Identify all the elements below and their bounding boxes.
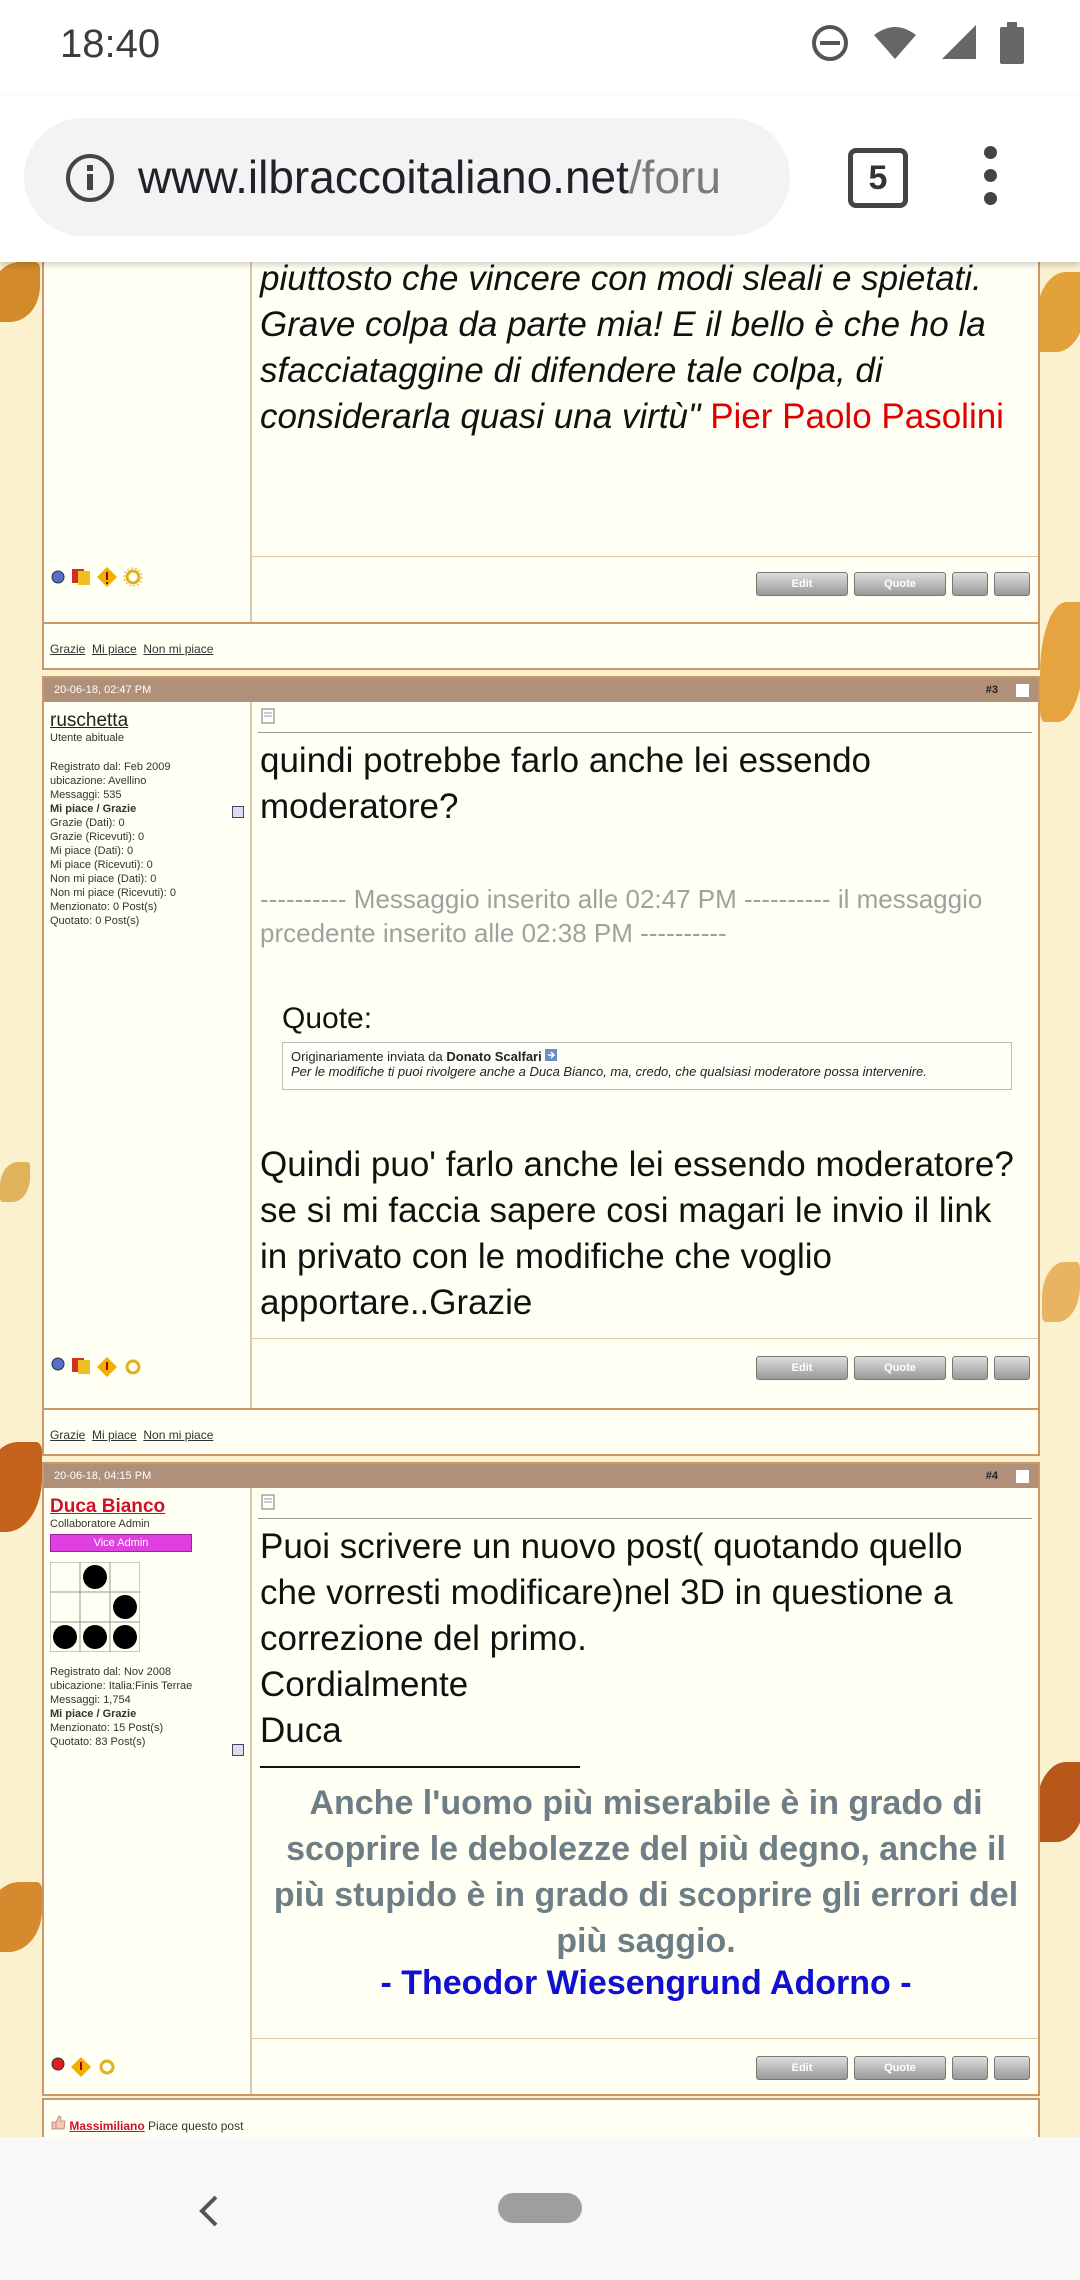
multi-quote-button[interactable] — [952, 1356, 988, 1380]
non-mi-piace-link[interactable]: Non mi piace — [143, 642, 213, 656]
quote-text: Per le modifiche ti puoi rivolgere anche… — [291, 1064, 927, 1079]
user-stats: Registrato dal: Nov 2008 ubicazione: Ital… — [50, 1666, 193, 1748]
post-icon — [261, 1494, 275, 1510]
clock: 18:40 — [60, 22, 161, 66]
card-icon[interactable] — [70, 1356, 92, 1376]
signature-author: Pier Paolo Pasolini — [710, 397, 1004, 436]
do-not-disturb-icon — [812, 25, 848, 61]
username-link[interactable]: ruschetta — [50, 710, 176, 732]
quote-author: Donato Scalfari — [446, 1049, 542, 1064]
view-post-icon[interactable] — [545, 1049, 558, 1061]
select-post-checkbox[interactable] — [1015, 683, 1030, 698]
edit-button[interactable]: Edit — [756, 1356, 848, 1380]
post-date: 20-06-18, 02:47 PM — [54, 684, 152, 696]
online-status-icon — [51, 570, 65, 584]
post-3-text-1: quindi potrebbe farlo anche lei essendo … — [260, 741, 871, 826]
post-date: 20-06-18, 04:15 PM — [54, 1470, 152, 1482]
signal-icon — [942, 25, 976, 59]
signature-separator — [260, 1766, 580, 1768]
post-number-link[interactable]: #3 — [986, 678, 998, 702]
reputation-icon[interactable] — [96, 2056, 118, 2078]
post-2-body: piuttosto che vincere con modi sleali e … — [260, 262, 1030, 440]
post-4-user-icons — [50, 2056, 118, 2078]
mi-piace-link[interactable]: Mi piace — [92, 642, 137, 656]
post-3-text-2: Quindi puo' farlo anche lei essendo mode… — [260, 1145, 1014, 1322]
report-icon[interactable] — [96, 1356, 118, 1378]
offline-status-icon — [51, 2057, 65, 2071]
post-2-user-icons — [50, 566, 144, 588]
user-title: Collaboratore Admin — [50, 1518, 150, 1530]
back-icon[interactable] — [196, 2193, 220, 2229]
signature-quote: Anche l'uomo più miserabile è in grado d… — [273, 1784, 1019, 1960]
collapse-icon[interactable] — [232, 806, 244, 818]
post-4-text-2: Cordialmente — [260, 1665, 469, 1704]
status-bar: 18:40 — [0, 0, 1080, 96]
leaves-right-decoration — [1036, 262, 1080, 2137]
quote-box: Originariamente inviata da Donato Scalfa… — [282, 1042, 1012, 1090]
url-text: www.ilbraccoitaliano.net/foru — [138, 151, 721, 203]
post-3-user-icons — [50, 1356, 144, 1378]
edit-button[interactable]: Edit — [756, 2056, 848, 2080]
post-4-text-1: Puoi scrivere un nuovo post( quotando qu… — [260, 1527, 963, 1658]
likes-bar: Massimiliano Piace questo post — [42, 2098, 1040, 2137]
post-3-header: 20-06-18, 02:47 PM #3 — [44, 678, 1038, 702]
liker-link[interactable]: Massimiliano — [69, 2119, 144, 2133]
online-status-icon — [51, 1357, 65, 1371]
post-3: 20-06-18, 02:47 PM #3 ruschetta Utente a… — [42, 676, 1040, 1410]
post-2: piuttosto che vincere con modi sleali e … — [42, 262, 1040, 628]
tab-switcher-button[interactable]: 5 — [848, 148, 908, 208]
quick-reply-button[interactable] — [994, 2056, 1030, 2080]
post-4: 20-06-18, 04:15 PM #4 Duca Bianco Collab… — [42, 1462, 1040, 2096]
grazie-link[interactable]: Grazie — [50, 642, 85, 656]
report-icon[interactable] — [70, 2056, 92, 2078]
reputation-icon[interactable] — [122, 566, 144, 588]
browser-toolbar: www.ilbraccoitaliano.net/foru 5 — [0, 96, 1080, 262]
card-icon[interactable] — [70, 567, 92, 587]
quote-button[interactable]: Quote — [854, 572, 946, 596]
post-3-actions: Edit Quote — [756, 1356, 1030, 1380]
leaves-left-decoration — [0, 262, 44, 2137]
multi-quote-button[interactable] — [952, 572, 988, 596]
web-page: piuttosto che vincere con modi sleali e … — [0, 262, 1080, 2137]
non-mi-piace-link[interactable]: Non mi piace — [143, 1428, 213, 1442]
address-bar[interactable]: www.ilbraccoitaliano.net/foru — [24, 118, 790, 236]
user-title: Utente abituale — [50, 732, 124, 744]
system-nav-bar — [0, 2137, 1080, 2280]
username-link[interactable]: Duca Bianco — [50, 1496, 192, 1518]
battery-icon — [1000, 22, 1024, 64]
thanks-bar-1: Grazie Mi piace Non mi piace — [42, 622, 1040, 670]
post-2-actions: Edit Quote — [756, 572, 1030, 596]
grazie-link[interactable]: Grazie — [50, 1428, 85, 1442]
wifi-icon — [874, 27, 916, 59]
post-icon — [261, 708, 275, 724]
post-4-actions: Edit Quote — [756, 2056, 1030, 2080]
post-4-header: 20-06-18, 04:15 PM #4 — [44, 1464, 1038, 1488]
mi-piace-link[interactable]: Mi piace — [92, 1428, 137, 1442]
home-pill[interactable] — [498, 2193, 582, 2223]
report-icon[interactable] — [96, 566, 118, 588]
thanks-bar-2: Grazie Mi piace Non mi piace — [42, 1408, 1040, 1456]
thumb-up-icon — [51, 2115, 66, 2130]
info-icon[interactable] — [64, 152, 116, 204]
edit-button[interactable]: Edit — [756, 572, 848, 596]
quote-button[interactable]: Quote — [854, 1356, 946, 1380]
reputation-icon[interactable] — [122, 1356, 144, 1378]
post-number-link[interactable]: #4 — [986, 1464, 998, 1488]
select-post-checkbox[interactable] — [1015, 1469, 1030, 1484]
collapse-icon[interactable] — [232, 1744, 244, 1756]
user-stats: Registrato dal: Feb 2009 ubicazione: Avel… — [50, 761, 176, 927]
post-4-text-3: Duca — [260, 1711, 342, 1750]
menu-icon[interactable] — [984, 146, 998, 215]
quick-reply-button[interactable] — [994, 572, 1030, 596]
signature-author: - Theodor Wiesengrund Adorno - — [380, 1964, 912, 2002]
quote-label: Quote: — [282, 1002, 373, 1035]
quick-reply-button[interactable] — [994, 1356, 1030, 1380]
vice-admin-badge: Vice Admin — [50, 1534, 192, 1552]
likes-text: Piace questo post — [148, 2119, 244, 2133]
merged-post-notice: ---------- Messaggio inserito alle 02:47… — [260, 884, 983, 948]
avatar — [49, 1561, 141, 1653]
quote-button[interactable]: Quote — [854, 2056, 946, 2080]
multi-quote-button[interactable] — [952, 2056, 988, 2080]
